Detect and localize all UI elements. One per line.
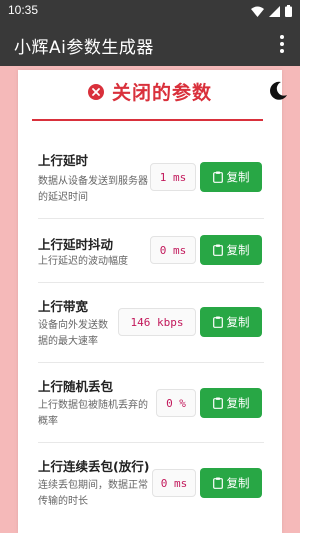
copy-button-label: 复制 [226, 170, 250, 184]
row-divider [38, 218, 264, 219]
param-value-text: 0 ms [160, 476, 188, 490]
param-description: 设备向外发送数 据的最大速率 [38, 320, 108, 347]
param-value: 0 ms [150, 236, 196, 264]
param-row-uplink-random-loss: 上行随机丢包 上行数据包被随机丢弃的 概率 0 % 复制 [30, 372, 264, 434]
status-time: 10:35 [8, 3, 39, 17]
param-row-uplink-jitter: 上行延时抖动 上行延迟的波动幅度 0 ms 复制 [30, 230, 264, 274]
clipboard-icon [212, 171, 223, 183]
status-bar: 10:35 [0, 0, 300, 22]
dark-mode-moon-icon[interactable] [267, 80, 289, 102]
copy-button-label: 复制 [226, 315, 250, 329]
copy-button[interactable]: 复制 [200, 162, 262, 192]
clipboard-icon [212, 244, 223, 256]
param-value-text: 146 kbps [130, 315, 184, 329]
copy-button-label: 复制 [226, 396, 250, 410]
param-value: 0 ms [152, 469, 196, 497]
copy-button[interactable]: 复制 [200, 468, 262, 498]
wifi-icon [251, 6, 264, 17]
param-value: 1 ms [150, 163, 196, 191]
copy-button[interactable]: 复制 [200, 307, 262, 337]
close-circle-icon [88, 84, 104, 100]
param-description: 上行数据包被随机丢弃的 概率 [38, 400, 148, 427]
param-name: 上行延时 [38, 153, 89, 168]
param-row-uplink-burst-loss-pass: 上行连续丢包(放行) 连续丢包期间，数据正常 传输的时长 0 ms 复制 [30, 452, 264, 514]
copy-button[interactable]: 复制 [200, 388, 262, 418]
app-title: 小辉Ai参数生成器 [14, 38, 154, 58]
param-value: 146 kbps [118, 308, 196, 336]
param-name: 上行带宽 [38, 299, 89, 314]
param-description: 上行延迟的波动幅度 [38, 256, 128, 267]
section-header: 关闭的参数 [18, 72, 287, 114]
signal-icon [269, 5, 280, 17]
copy-button-label: 复制 [226, 243, 250, 257]
row-divider [38, 282, 264, 283]
param-description: 连续丢包期间，数据正常 传输的时长 [38, 480, 148, 507]
status-icons [251, 5, 292, 17]
app-bar: 小辉Ai参数生成器 [0, 22, 300, 66]
clipboard-icon [212, 477, 223, 489]
clipboard-icon [212, 397, 223, 409]
param-value-text: 0 ms [159, 243, 187, 257]
param-name: 上行随机丢包 [38, 379, 114, 394]
copy-button-label: 复制 [226, 476, 250, 490]
clipboard-icon [212, 316, 223, 328]
param-description: 数据从设备发送到服务器 的延迟时间 [38, 176, 148, 203]
param-value-text: 1 ms [159, 170, 187, 184]
row-divider [38, 362, 264, 363]
header-divider [32, 119, 263, 121]
copy-button[interactable]: 复制 [200, 235, 262, 265]
param-name: 上行延时抖动 [38, 237, 114, 252]
param-row-uplink-bandwidth: 上行带宽 设备向外发送数 据的最大速率 146 kbps 复制 [30, 292, 264, 354]
param-value: 0 % [156, 389, 196, 417]
section-title: 关闭的参数 [112, 82, 213, 104]
battery-icon [285, 5, 292, 17]
param-row-uplink-delay: 上行延时 数据从设备发送到服务器 的延迟时间 1 ms 复制 [30, 144, 264, 208]
param-value-text: 0 % [166, 396, 186, 410]
param-name: 上行连续丢包(放行) [38, 459, 150, 474]
row-divider [38, 442, 264, 443]
overflow-menu-icon[interactable] [272, 34, 292, 54]
